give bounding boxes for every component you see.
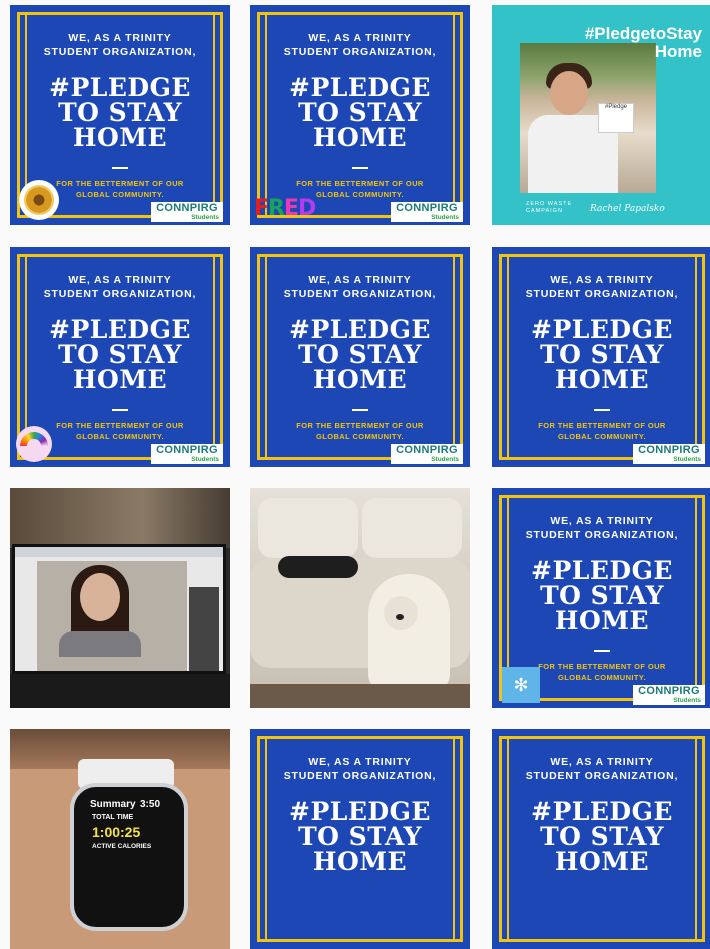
post-pets-photo[interactable]	[250, 488, 470, 708]
poster-divider	[594, 650, 610, 652]
connpirg-logo: CONNPIRG Students	[151, 444, 223, 464]
post-pledge-blue-logo[interactable]: WE, AS A TRINITY STUDENT ORGANIZATION, #P…	[492, 488, 710, 708]
poster-org-line: WE, AS A TRINITY STUDENT ORGANIZATION,	[283, 756, 437, 782]
teal-post-name: Rachel Papalsko	[590, 204, 665, 214]
connpirg-logo: CONNPIRG Students	[391, 444, 463, 464]
watch-summary: Summary	[90, 799, 136, 810]
poster-betterment: FOR THE BETTERMENT OF OUR GLOBAL COMMUNIT…	[296, 421, 424, 441]
poster-divider	[352, 409, 368, 411]
poster-divider	[112, 167, 128, 169]
post-pledge-photo-teal[interactable]: #Pledge #PledgetoStay Home ZERO WASTE CAMP…	[492, 5, 710, 225]
poster-org-line: WE, AS A TRINITY STUDENT ORGANIZATION,	[43, 32, 197, 58]
cat-figure	[278, 556, 358, 578]
poster-betterment: FOR THE BETTERMENT OF OUR GLOBAL COMMUNIT…	[538, 421, 666, 441]
person-photo: #Pledge	[520, 43, 656, 193]
participant-thumbnails	[189, 587, 219, 671]
poster-org-line: WE, AS A TRINITY STUDENT ORGANIZATION,	[283, 32, 437, 58]
post-video-call-photo[interactable]	[10, 488, 230, 708]
connpirg-logo: CONNPIRG Students	[151, 202, 223, 222]
poster-org-line: WE, AS A TRINITY STUDENT ORGANIZATION,	[525, 756, 679, 782]
poster-divider	[352, 167, 368, 169]
poster-hashtag: #PLEDGE TO STAY HOME	[49, 73, 191, 152]
poster-org-line: WE, AS A TRINITY STUDENT ORGANIZATION,	[43, 274, 197, 300]
post-smartwatch-photo[interactable]: Summary 3:50 TOTAL TIME 1:00:25 ACTIVE C…	[10, 729, 230, 949]
organization-logo-icon: ✻	[502, 667, 540, 703]
connpirg-logo: CONNPIRG Students	[391, 202, 463, 222]
poster-divider	[594, 409, 610, 411]
watch-total-time-label: TOTAL TIME	[92, 814, 134, 821]
handwritten-sign: #Pledge	[598, 103, 634, 133]
post-pledge-sun-logo[interactable]: WE, AS A TRINITY STUDENT ORGANIZATION, #P…	[10, 5, 230, 225]
post-pledge-plain-2[interactable]: WE, AS A TRINITY STUDENT ORGANIZATION, #P…	[492, 247, 710, 467]
post-pledge-rainbow-logo[interactable]: WE, AS A TRINITY STUDENT ORGANIZATION, #P…	[10, 247, 230, 467]
laptop-screen	[12, 544, 226, 674]
post-pledge-plain-1[interactable]: WE, AS A TRINITY STUDENT ORGANIZATION, #P…	[250, 247, 470, 467]
post-pledge-plain-3[interactable]: WE, AS A TRINITY STUDENT ORGANIZATION, #P…	[250, 729, 470, 949]
poster-org-line: WE, AS A TRINITY STUDENT ORGANIZATION,	[283, 274, 437, 300]
rainbow-logo-icon	[16, 426, 52, 462]
watch-active-calories-label: ACTIVE CALORIES	[92, 843, 152, 850]
post-pledge-plain-4[interactable]: WE, AS A TRINITY STUDENT ORGANIZATION, #P…	[492, 729, 710, 949]
teal-post-campaign: ZERO WASTE CAMPAIGN	[526, 201, 573, 214]
poster-org-line: WE, AS A TRINITY STUDENT ORGANIZATION,	[525, 515, 679, 541]
watch-duration: 1:00:25	[92, 824, 141, 840]
sun-logo-icon	[19, 180, 59, 220]
poster-org-line: WE, AS A TRINITY STUDENT ORGANIZATION,	[525, 274, 679, 300]
post-pledge-fred-logo[interactable]: WE, AS A TRINITY STUDENT ORGANIZATION, #P…	[250, 5, 470, 225]
watch-clock: 3:50	[140, 799, 161, 810]
dog-figure	[368, 574, 450, 694]
fred-logo: FRED	[254, 196, 316, 221]
poster-hashtag: #PLEDGE TO STAY HOME	[531, 797, 673, 876]
teal-post-title: #PledgetoStay Home	[584, 24, 702, 61]
connpirg-logo: CONNPIRG Students	[633, 685, 705, 705]
poster-hashtag: #PLEDGE TO STAY HOME	[531, 556, 673, 635]
connpirg-logo: CONNPIRG Students	[633, 444, 705, 464]
poster-hashtag: #PLEDGE TO STAY HOME	[289, 797, 431, 876]
poster-hashtag: #PLEDGE TO STAY HOME	[289, 73, 431, 152]
poster-hashtag: #PLEDGE TO STAY HOME	[49, 315, 191, 394]
poster-divider	[112, 409, 128, 411]
poster-hashtag: #PLEDGE TO STAY HOME	[289, 315, 431, 394]
poster-hashtag: #PLEDGE TO STAY HOME	[531, 315, 673, 394]
